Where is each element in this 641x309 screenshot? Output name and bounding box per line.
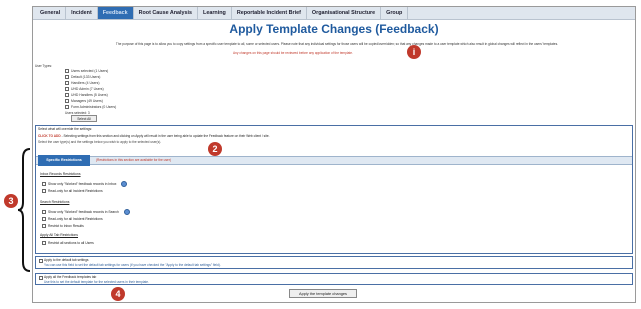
option-label: Show only "Worked" feedback records in S… xyxy=(48,210,119,214)
checkbox[interactable] xyxy=(42,224,46,228)
app-window: General Incident Feedback Root Cause Ana… xyxy=(32,6,636,303)
apply-template-changes-button[interactable]: Apply the template changes xyxy=(289,289,357,298)
option-label: Restrict all sections to all Users xyxy=(48,241,94,245)
user-type-option[interactable]: Default (133 Users) xyxy=(65,75,100,79)
tab-feedback[interactable]: Feedback xyxy=(97,7,134,19)
section-all-tab-restrictions: Apply All Tab Restrictions xyxy=(40,233,79,237)
option-label: Users selected (1 Users) xyxy=(71,69,109,73)
tab-root-cause-analysis[interactable]: Root Cause Analysis xyxy=(134,7,199,19)
override-subtext: Select the user type(s) and the settings… xyxy=(38,140,162,144)
checkbox[interactable] xyxy=(42,189,46,193)
callout-2: 2 xyxy=(208,142,222,156)
option-restrict-all-sections[interactable]: Restrict all sections to all Users xyxy=(42,241,94,245)
checkbox[interactable] xyxy=(65,93,69,97)
user-type-option[interactable]: Handlers (4 Users) xyxy=(65,81,99,85)
tab-bar: General Incident Feedback Root Cause Ana… xyxy=(33,7,635,20)
user-type-option[interactable]: Form Administrators (0 Users) xyxy=(65,105,116,109)
option-label: Form Administrators (0 Users) xyxy=(71,105,117,109)
option-label: Read-only for all Incident Restrictions xyxy=(48,189,103,193)
option-label: Default (133 Users) xyxy=(71,75,101,79)
checkbox[interactable] xyxy=(42,241,46,245)
section-inbox-restrictions: Inbox Records Restrictions xyxy=(40,172,81,176)
tab-reportable-incident-brief[interactable]: Reportable Incident Brief xyxy=(232,7,307,19)
checkbox[interactable] xyxy=(39,276,43,280)
option-search-inbox-results[interactable]: Restrict to Inbox Results xyxy=(42,224,84,228)
checkbox[interactable] xyxy=(65,69,69,73)
default-tab-hint: You can use this field to set the defaul… xyxy=(44,263,221,267)
restrictions-note: (Restrictions in this section are availa… xyxy=(96,158,171,162)
option-label: Handlers (4 Users) xyxy=(71,81,100,85)
option-search-worked-only[interactable]: Show only "Worked" feedback records in S… xyxy=(42,209,130,215)
feedback-templates-label: Apply all the Feedback templates tab xyxy=(44,275,97,279)
callout-4: 4 xyxy=(111,287,125,301)
feedback-templates-hint: Use this to set the default template for… xyxy=(44,280,149,284)
checkbox[interactable] xyxy=(42,217,46,221)
tab-organisational-structure[interactable]: Organisational Structure xyxy=(307,7,382,19)
section-search-restrictions: Search Restrictions xyxy=(40,200,70,204)
default-tab-settings-box: Apply to the default tab settings You ca… xyxy=(35,256,633,269)
warning-bold: CLICK TO ADD xyxy=(38,134,61,138)
user-type-option[interactable]: UHD Handlers (5 Users) xyxy=(65,93,108,97)
feedback-templates-box: Apply all the Feedback templates tab Use… xyxy=(35,273,633,285)
override-warning: CLICK TO ADD - Selecting settings from t… xyxy=(38,134,632,138)
checkbox[interactable] xyxy=(42,182,46,186)
intro-text: The purpose of this page is to allow you… xyxy=(115,42,559,46)
checkbox[interactable] xyxy=(39,259,43,263)
help-icon[interactable] xyxy=(121,181,128,187)
user-types-label: User Types: xyxy=(35,64,52,68)
checkbox[interactable] xyxy=(65,75,69,79)
option-label: Read-only for all Incident Restrictions xyxy=(48,217,103,221)
checkbox[interactable] xyxy=(65,81,69,85)
checkbox[interactable] xyxy=(65,99,69,103)
user-type-option[interactable]: Users selected (1 Users) xyxy=(65,69,108,73)
tab-general[interactable]: General xyxy=(35,7,67,19)
intro-warning: Any changes on this page should be revie… xyxy=(233,51,353,55)
option-label: Restrict to Inbox Results xyxy=(48,224,84,228)
callout-1: i xyxy=(407,45,421,59)
option-inbox-read-only[interactable]: Read-only for all Incident Restrictions xyxy=(42,189,103,193)
checkbox[interactable] xyxy=(42,210,46,214)
select-all-button[interactable]: Select All xyxy=(71,115,97,122)
option-label: Show only "Worked" feedback records in I… xyxy=(48,182,117,186)
option-label: Managers (49 Users) xyxy=(71,99,103,103)
user-type-option[interactable]: Managers (49 Users) xyxy=(65,99,103,103)
override-panel: Select what will override the settings: … xyxy=(35,125,633,254)
checkbox[interactable] xyxy=(65,87,69,91)
option-label: UHD Handlers (5 Users) xyxy=(71,93,108,97)
checkbox[interactable] xyxy=(65,105,69,109)
option-inbox-worked-only[interactable]: Show only "Worked" feedback records in I… xyxy=(42,181,128,187)
callout-3: 3 xyxy=(4,194,18,208)
option-search-read-only[interactable]: Read-only for all Incident Restrictions xyxy=(42,217,103,221)
warning-text: - Selecting settings from this section a… xyxy=(61,134,270,138)
bracket-icon xyxy=(17,148,31,272)
override-header: Select what will override the settings: xyxy=(38,127,93,131)
tab-group[interactable]: Group xyxy=(381,7,409,19)
page-title: Apply Template Changes (Feedback) xyxy=(229,22,439,36)
tab-specific-restrictions[interactable]: Specific Restrictions xyxy=(38,155,90,166)
user-type-option[interactable]: UHD Admin (7 Users) xyxy=(65,87,104,91)
option-label: UHD Admin (7 Users) xyxy=(71,87,104,91)
tab-learning[interactable]: Learning xyxy=(198,7,232,19)
default-tab-label: Apply to the default tab settings xyxy=(44,258,89,262)
help-icon[interactable] xyxy=(123,209,130,215)
tab-incident[interactable]: Incident xyxy=(66,7,98,19)
